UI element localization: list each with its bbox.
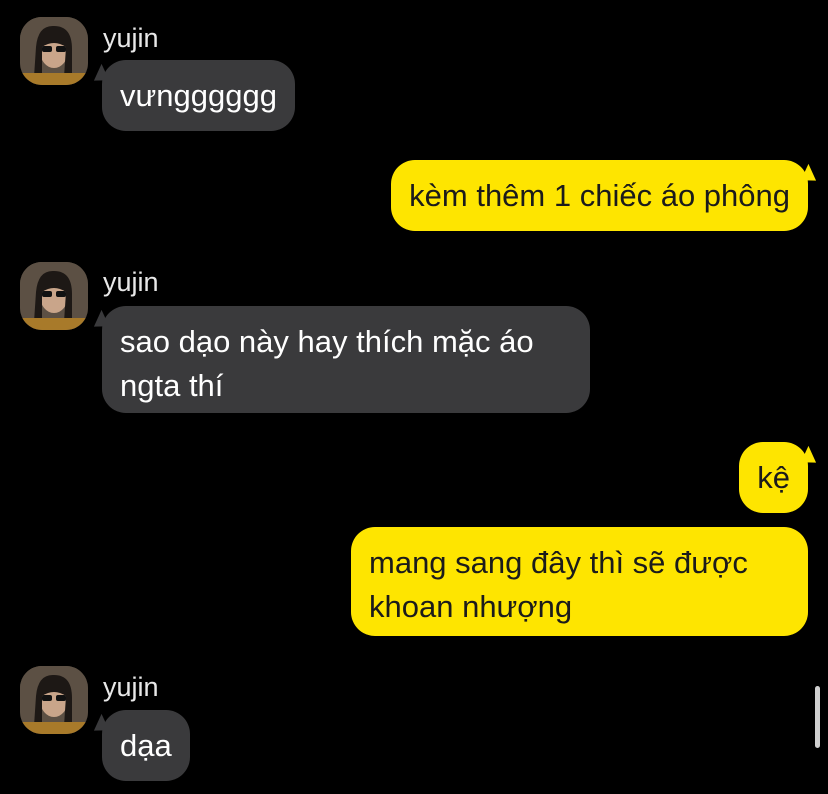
- message-text: kèm thêm 1 chiếc áo phông: [409, 178, 790, 213]
- incoming-message-bubble[interactable]: sao dạo này hay thích mặc áo ngta thí: [88, 306, 590, 413]
- bubble-tail: [88, 63, 110, 87]
- bubble-tail: [800, 163, 822, 187]
- message-text: vưngggggg: [120, 78, 277, 113]
- message-text: kệ: [757, 460, 790, 495]
- sender-name: yujin: [103, 672, 159, 702]
- incoming-message-bubble[interactable]: vưngggggg: [88, 60, 295, 131]
- outgoing-message-bubble[interactable]: kệ: [739, 442, 822, 513]
- sender-avatar[interactable]: [20, 262, 88, 330]
- avatar-photo-icon: [20, 262, 88, 330]
- bubble-tail: [88, 713, 110, 737]
- sender-name: yujin: [103, 23, 159, 53]
- avatar-photo-icon: [20, 666, 88, 734]
- message-text: mang sang đây thì sẽ được khoan nhượng: [369, 545, 748, 624]
- message-text: sao dạo này hay thích mặc áo ngta thí: [120, 324, 534, 403]
- scrollbar[interactable]: [815, 686, 820, 748]
- bubble-tail: [88, 309, 110, 333]
- message-text: dạa: [120, 728, 172, 763]
- bubble-tail: [800, 445, 822, 469]
- avatar-photo-icon: [20, 17, 88, 85]
- sender-name: yujin: [103, 267, 159, 297]
- sender-avatar[interactable]: [20, 666, 88, 734]
- incoming-message-bubble[interactable]: dạa: [88, 710, 190, 781]
- sender-avatar[interactable]: [20, 17, 88, 85]
- outgoing-message-bubble[interactable]: mang sang đây thì sẽ được khoan nhượng: [351, 527, 808, 636]
- outgoing-message-bubble[interactable]: kèm thêm 1 chiếc áo phông: [391, 160, 822, 231]
